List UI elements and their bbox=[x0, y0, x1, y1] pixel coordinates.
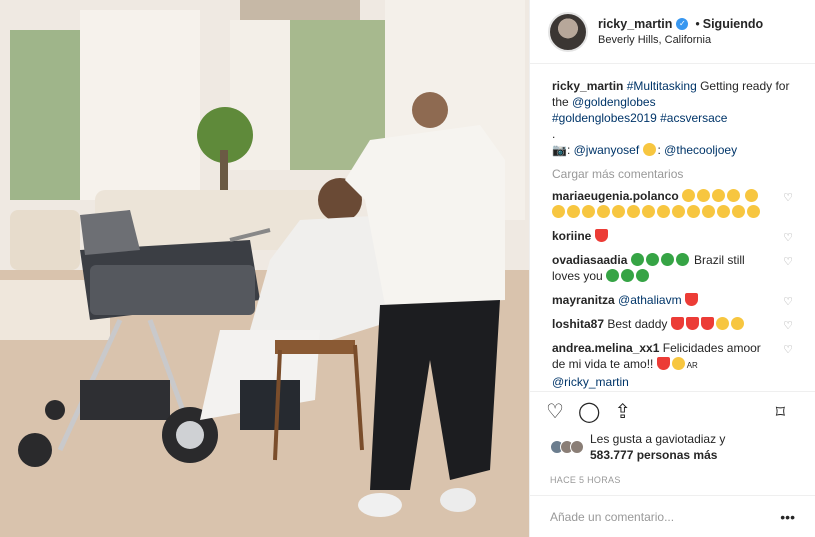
post-header: ricky_martin ✓ • Siguiendo Beverly Hills… bbox=[530, 0, 815, 64]
clover-emoji-icon bbox=[636, 269, 650, 282]
clover-emoji-icon bbox=[630, 253, 644, 266]
smiley-emoji-icon bbox=[745, 189, 759, 202]
smiley-emoji-icon bbox=[697, 189, 711, 202]
post-window: ricky_martin ✓ • Siguiendo Beverly Hills… bbox=[0, 0, 815, 537]
camera-icon: 📷: bbox=[552, 143, 574, 157]
smiley-emoji-icon bbox=[712, 189, 726, 202]
comment: koriine ♡ bbox=[552, 228, 795, 244]
mention-link[interactable]: @athaliavm bbox=[618, 293, 682, 307]
comment-input[interactable]: Añade un comentario... bbox=[550, 510, 674, 524]
verified-icon: ✓ bbox=[676, 17, 689, 30]
smiley-emoji-icon bbox=[747, 205, 760, 218]
comment: mayranitza @athaliavm ♡ bbox=[552, 292, 795, 308]
mention-link[interactable]: @jwanyosef bbox=[574, 143, 640, 157]
comment-like-icon[interactable]: ♡ bbox=[783, 230, 793, 246]
smiley-emoji-icon bbox=[672, 205, 685, 218]
comment: mariaeugenia.polanco ♡ bbox=[552, 188, 795, 220]
smiley-emoji-icon bbox=[597, 205, 610, 218]
smiley-emoji-icon bbox=[717, 205, 730, 218]
heart-eyes-emoji-icon bbox=[715, 317, 729, 330]
comment-username[interactable]: ovadiasaadia bbox=[552, 253, 627, 267]
comment-username[interactable]: mariaeugenia.polanco bbox=[552, 189, 679, 203]
clover-emoji-icon bbox=[675, 253, 689, 266]
follow-button[interactable]: Siguiendo bbox=[703, 16, 763, 32]
location-link[interactable]: Beverly Hills, California bbox=[598, 32, 763, 48]
heart-eyes-emoji-icon bbox=[730, 317, 744, 330]
avatar[interactable] bbox=[548, 11, 588, 52]
comments-section: ricky_martin #Multitasking Getting ready… bbox=[530, 64, 815, 391]
caption: ricky_martin #Multitasking Getting ready… bbox=[552, 79, 790, 157]
load-more-comments[interactable]: Cargar más comentarios bbox=[552, 166, 795, 182]
smiley-emoji-icon bbox=[567, 205, 580, 218]
likes-line: Les gusta a gaviotadiaz y bbox=[590, 432, 726, 446]
heart-eyes-emoji-icon bbox=[671, 357, 685, 370]
timestamp[interactable]: HACE 5 HORAS bbox=[530, 463, 815, 495]
heart-emoji-icon bbox=[685, 317, 699, 330]
share-icon[interactable]: ⇪ bbox=[614, 402, 631, 422]
comment-icon[interactable]: ◯ bbox=[578, 402, 600, 422]
comment-like-icon[interactable]: ♡ bbox=[783, 342, 793, 358]
mention-link[interactable]: @thecooljoey bbox=[664, 143, 737, 157]
liker-avatars bbox=[550, 440, 584, 454]
heart-emoji-icon bbox=[594, 229, 608, 242]
smiley-emoji-icon bbox=[687, 205, 700, 218]
heart-emoji-icon bbox=[656, 357, 670, 370]
hashtag-link[interactable]: #Multitasking bbox=[627, 79, 697, 93]
header-line: ricky_martin ✓ • Siguiendo bbox=[598, 16, 763, 32]
bookmark-icon[interactable]: ⌑ bbox=[776, 403, 785, 421]
avatar[interactable] bbox=[570, 440, 584, 454]
heart-emoji-icon bbox=[670, 317, 684, 330]
caption-dot: . bbox=[552, 127, 556, 141]
comment-like-icon[interactable]: ♡ bbox=[783, 254, 793, 270]
likes-summary: Les gusta a gaviotadiaz y 583.777 person… bbox=[530, 431, 815, 463]
photo-scene bbox=[0, 0, 529, 537]
heart-emoji-icon bbox=[700, 317, 714, 330]
separator: • bbox=[695, 16, 700, 31]
smiley-emoji-icon bbox=[732, 205, 745, 218]
hashtag-link[interactable]: #acsversace bbox=[660, 111, 727, 125]
smiley-emoji-icon bbox=[657, 205, 670, 218]
heart-emoji-icon bbox=[684, 293, 698, 306]
header-info: ricky_martin ✓ • Siguiendo Beverly Hills… bbox=[598, 16, 763, 48]
mention-link[interactable]: @goldenglobes bbox=[572, 95, 656, 109]
post-sidebar: ricky_martin ✓ • Siguiendo Beverly Hills… bbox=[529, 0, 815, 537]
clover-emoji-icon bbox=[606, 269, 620, 282]
comment-like-icon[interactable]: ♡ bbox=[783, 318, 793, 334]
username-link[interactable]: ricky_martin bbox=[598, 16, 672, 32]
action-bar: ♡ ◯ ⇪ ⌑ bbox=[530, 391, 815, 431]
smiley-emoji-icon bbox=[627, 205, 640, 218]
comment-text: Best daddy bbox=[604, 317, 668, 331]
post-photo[interactable] bbox=[0, 0, 529, 537]
comment-username[interactable]: koriine bbox=[552, 229, 591, 243]
heart-icon[interactable]: ♡ bbox=[546, 402, 564, 422]
comment-like-icon[interactable]: ♡ bbox=[783, 190, 793, 206]
smiley-emoji-icon bbox=[642, 205, 655, 218]
comment-username[interactable]: mayranitza bbox=[552, 293, 615, 307]
comment-username[interactable]: loshita87 bbox=[552, 317, 604, 331]
likes-text[interactable]: Les gusta a gaviotadiaz y 583.777 person… bbox=[590, 431, 725, 463]
person-emoji-icon bbox=[642, 143, 656, 156]
caption-username[interactable]: ricky_martin bbox=[552, 79, 623, 93]
likes-count: 583.777 personas más bbox=[590, 448, 718, 462]
comment-username[interactable]: andrea.melina_xx1 bbox=[552, 341, 659, 355]
smiley-emoji-icon bbox=[682, 189, 696, 202]
flag-text: AR bbox=[686, 361, 698, 370]
mention-link[interactable]: @ricky_martin bbox=[552, 375, 629, 389]
add-comment-bar: Añade un comentario... ••• bbox=[530, 495, 815, 537]
comment: loshita87 Best daddy ♡ bbox=[552, 316, 795, 332]
smiley-emoji-icon bbox=[612, 205, 625, 218]
clover-emoji-icon bbox=[660, 253, 674, 266]
smiley-emoji-icon bbox=[552, 205, 565, 218]
more-options-icon[interactable]: ••• bbox=[780, 509, 795, 525]
smiley-emoji-icon bbox=[702, 205, 715, 218]
comment: ovadiasaadia Brazil still loves you ♡ bbox=[552, 252, 795, 284]
smiley-emoji-icon bbox=[582, 205, 595, 218]
clover-emoji-icon bbox=[621, 269, 635, 282]
smiley-emoji-icon bbox=[727, 189, 741, 202]
comment-like-icon[interactable]: ♡ bbox=[783, 294, 793, 310]
hashtag-link[interactable]: #goldenglobes2019 bbox=[552, 111, 657, 125]
comment: andrea.melina_xx1 Felicidades amoor de m… bbox=[552, 340, 795, 390]
clover-emoji-icon bbox=[645, 253, 659, 266]
